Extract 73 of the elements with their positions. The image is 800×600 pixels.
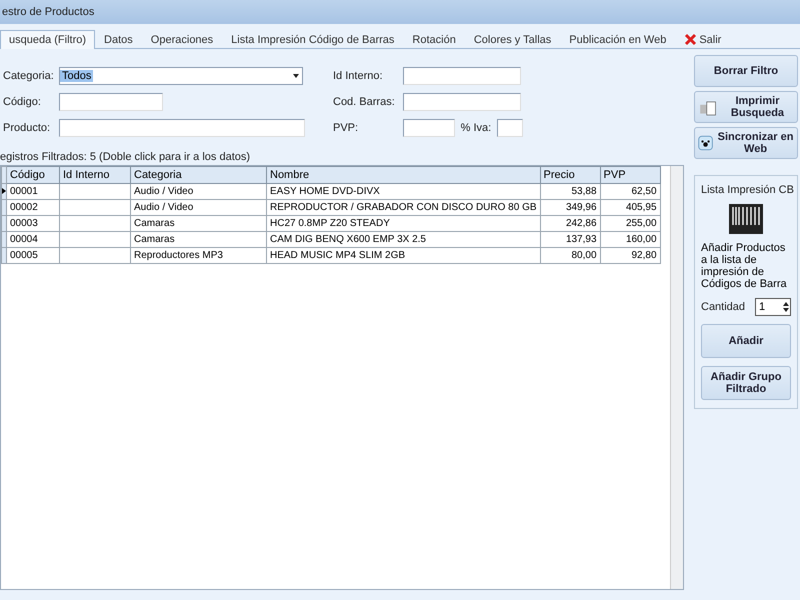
column-header[interactable]: Categoria <box>130 166 266 184</box>
column-header[interactable]: Precio <box>540 166 600 184</box>
input-field[interactable] <box>403 93 521 111</box>
input-field[interactable] <box>403 119 455 137</box>
description-text: Añadir Productos a la lista de impresión de Códigos de Barra <box>701 242 788 290</box>
action-button[interactable]: Sincronizar en Web <box>694 127 798 159</box>
table-cell: EASY HOME DVD-DIVX <box>266 184 540 200</box>
table-cell: Audio / Video <box>130 200 266 216</box>
table-cell <box>60 200 130 216</box>
table-cell: HC27 0.8MP Z20 STEADY <box>266 216 540 232</box>
table-cell: 53,88 <box>540 184 600 200</box>
column-header[interactable]: Código <box>6 166 60 184</box>
tab[interactable]: Datos <box>95 30 142 49</box>
input-field[interactable] <box>497 119 523 137</box>
result-count: egistros Filtrados: 5 (Doble click para ir a los datos) <box>0 151 252 163</box>
table-cell: 00003 <box>6 216 60 232</box>
column-header[interactable]: Nombre <box>266 166 540 184</box>
paw-icon <box>698 133 714 153</box>
table-cell: Camaras <box>130 232 266 248</box>
table-cell: 00004 <box>6 232 60 248</box>
field-label: Id Interno: <box>333 70 384 82</box>
group-title: Lista Impresión CB <box>701 184 791 196</box>
tab[interactable]: Rotación <box>403 30 465 49</box>
table-cell: 00005 <box>6 248 60 264</box>
tab[interactable]: Operaciones <box>142 30 222 49</box>
add-button[interactable]: Añadir <box>701 324 791 358</box>
table-cell <box>60 216 130 232</box>
tab[interactable]: Colores y Tallas <box>464 30 560 49</box>
tab[interactable]: Lista Impresión Código de Barras <box>222 30 404 49</box>
table-cell: 80,00 <box>540 248 600 264</box>
table-cell: REPRODUCTOR / GRABADOR CON DISCO DURO 80 GB <box>266 200 540 216</box>
table-cell: 62,50 <box>600 184 660 200</box>
table-cell <box>60 184 130 200</box>
field-label: PVP: <box>333 122 360 134</box>
action-button[interactable]: Borrar Filtro <box>694 55 798 87</box>
table-cell: 00001 <box>6 184 60 200</box>
table-cell <box>60 232 130 248</box>
tab[interactable]: usqueda (Filtro) <box>0 30 96 49</box>
field-label: Cod. Barras: <box>333 96 396 108</box>
table-cell: 349,96 <box>540 200 600 216</box>
table-cell <box>60 248 130 264</box>
table-cell: 92,80 <box>600 248 660 264</box>
column-header[interactable]: PVP <box>600 166 660 184</box>
table-cell: 160,00 <box>600 232 660 248</box>
table-cell: Camaras <box>130 216 266 232</box>
table-cell: 405,95 <box>600 200 660 216</box>
table-cell: 255,00 <box>600 216 660 232</box>
table-cell: Audio / Video <box>130 184 266 200</box>
tab[interactable]: Publicación en Web <box>560 30 676 49</box>
quantity-spinner[interactable]: 1 <box>755 298 791 316</box>
add-button[interactable]: Añadir Grupo Filtrado <box>701 366 791 400</box>
table-cell: 137,93 <box>540 232 600 248</box>
category-dropdown[interactable]: Todos <box>59 67 303 85</box>
input-field[interactable] <box>403 67 521 85</box>
input-field[interactable] <box>59 119 305 137</box>
field-label: Producto: <box>3 122 52 134</box>
close-icon <box>684 33 698 46</box>
action-button[interactable]: Imprimir Busqueda <box>694 91 798 123</box>
window-title: estro de Productos <box>0 0 800 24</box>
table-cell: 00002 <box>6 200 60 216</box>
field-label: Categoria: <box>3 70 55 82</box>
table-cell: 242,86 <box>540 216 600 232</box>
tab[interactable]: Salir <box>675 29 730 49</box>
field-label: % Iva: <box>460 122 492 134</box>
barcode-icon <box>729 204 763 234</box>
table-cell: CAM DIG BENQ X600 EMP 3X 2.5 <box>266 232 540 248</box>
table-cell: HEAD MUSIC MP4 SLIM 2GB <box>266 248 540 264</box>
column-header[interactable]: Id Interno <box>60 166 130 184</box>
table-cell: Reproductores MP3 <box>130 248 266 264</box>
input-field[interactable] <box>59 93 163 111</box>
field-label: Código: <box>3 96 42 108</box>
scrollbar[interactable] <box>670 166 683 589</box>
quantity-label: Cantidad <box>701 301 746 313</box>
